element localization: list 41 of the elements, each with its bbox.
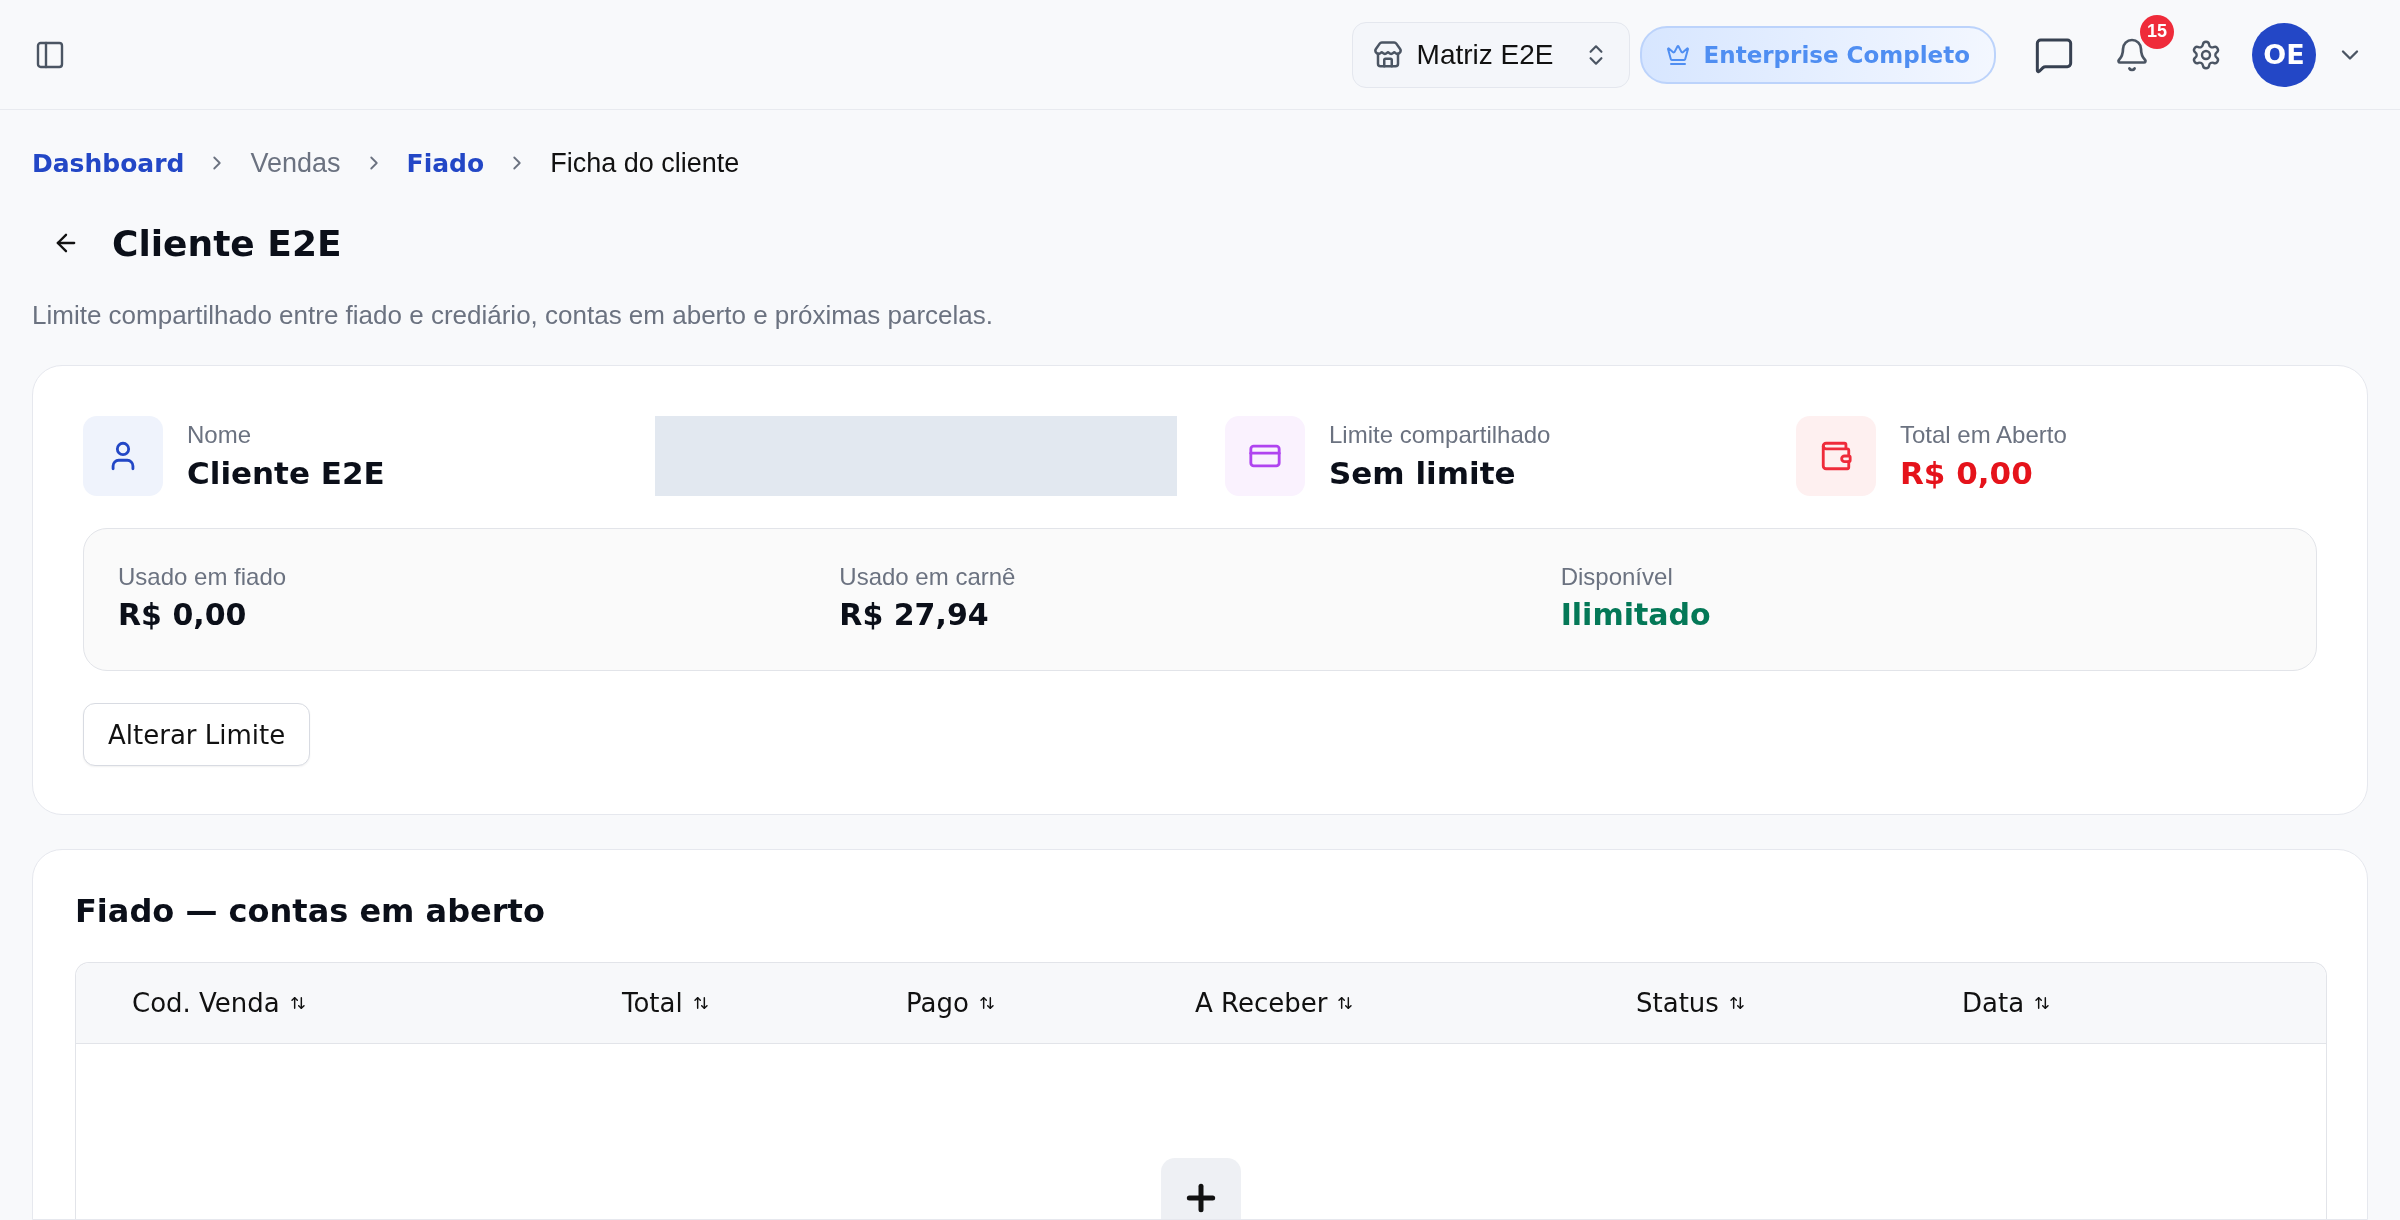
breadcrumb-item[interactable]: Dashboard bbox=[32, 148, 185, 178]
notifications-icon[interactable] bbox=[2114, 36, 2150, 73]
plan-badge: Enterprise Completo bbox=[1639, 25, 1996, 84]
summary-label: Disponível bbox=[1560, 563, 1674, 591]
page-title: Cliente E2E bbox=[112, 222, 342, 264]
sort-icon bbox=[1337, 995, 1354, 1011]
breadcrumb-item[interactable]: Vendas bbox=[250, 147, 341, 179]
store-selector[interactable]: Matriz E2E bbox=[1351, 21, 1630, 88]
column-header[interactable]: Cod. Venda bbox=[132, 988, 306, 1018]
column-header[interactable]: A Receber bbox=[1195, 988, 1354, 1018]
column-header[interactable]: Total bbox=[622, 988, 709, 1018]
summary-label: Usado em fiado bbox=[118, 563, 288, 591]
field-label: Limite compartilhado bbox=[1329, 421, 1551, 449]
field-value: R$ 0,00 bbox=[1900, 455, 2034, 491]
field-label: Total em Aberto bbox=[1900, 421, 2067, 449]
summary-value: R$ 27,94 bbox=[839, 597, 990, 632]
wallet-icon bbox=[1819, 439, 1853, 473]
summary-label: Usado em carnê bbox=[839, 563, 1017, 591]
column-header[interactable]: Data bbox=[1962, 988, 2051, 1018]
summary-value: Ilimitado bbox=[1560, 597, 1712, 632]
store-icon bbox=[1372, 39, 1403, 70]
sort-icon bbox=[692, 995, 709, 1011]
section-title: Fiado — contas em aberto bbox=[75, 892, 546, 930]
user-avatar[interactable]: OE bbox=[2252, 22, 2316, 87]
field-value: Cliente E2E bbox=[187, 455, 385, 491]
page-subtitle: Limite compartilhado entre fiado e crediário, contas em aberto e próximas parcelas. bbox=[32, 300, 995, 331]
column-header[interactable]: Pago bbox=[906, 988, 995, 1018]
breadcrumb-item[interactable]: Fiado bbox=[406, 148, 485, 178]
sort-icon bbox=[978, 995, 995, 1011]
crown-icon bbox=[1665, 42, 1690, 67]
breadcrumb-item: Ficha do cliente bbox=[550, 147, 740, 179]
settings-icon[interactable] bbox=[2190, 38, 2222, 71]
sort-icon bbox=[289, 995, 306, 1011]
sort-icon bbox=[2034, 995, 2051, 1011]
field-label: Nome bbox=[187, 421, 253, 449]
change-limit-button[interactable]: Alterar Limite bbox=[83, 703, 311, 766]
sort-icon bbox=[1728, 995, 1745, 1011]
notification-count: 15 bbox=[2140, 14, 2174, 49]
field-value: Sem limite bbox=[1329, 455, 1517, 491]
column-header[interactable]: Status bbox=[1636, 988, 1745, 1018]
summary-value: R$ 0,00 bbox=[118, 597, 248, 632]
